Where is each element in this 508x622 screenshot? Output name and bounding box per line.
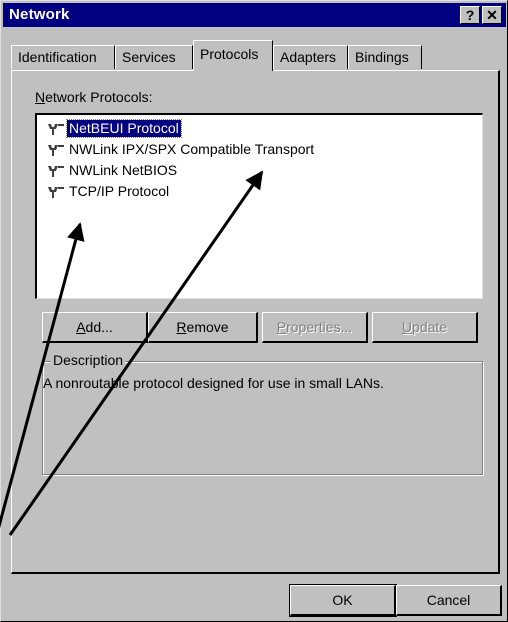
close-button[interactable]: ✕ [482,6,502,24]
button-label: dd... [85,319,113,335]
accelerator-key: P [276,319,287,335]
tab-services[interactable]: Services [115,45,193,69]
list-item-label: NWLink NetBIOS [69,162,178,178]
accelerator-key: U [401,319,413,335]
network-protocol-icon [48,165,64,177]
title-bar[interactable]: Network ? ✕ [3,3,506,27]
description-legend: Description [51,352,126,368]
tab-adapters[interactable]: Adapters [273,45,348,69]
network-protocols-label: Network Protocols: [35,89,153,105]
accelerator-key: N [35,89,46,105]
protocols-listbox[interactable]: NetBEUI Protocol NWLink IPX/SPX Compatib… [35,113,483,299]
button-label: roperties... [286,319,353,335]
help-button[interactable]: ? [460,6,480,24]
network-protocol-icon [48,186,64,198]
accelerator-key: A [76,319,86,335]
list-item-label: NetBEUI Protocol [66,119,182,138]
list-item-label: NWLink IPX/SPX Compatible Transport [69,141,315,157]
button-label: pdate [412,319,448,335]
list-item[interactable]: NetBEUI Protocol [47,119,182,138]
cancel-button[interactable]: Cancel [396,585,502,616]
list-item-label: TCP/IP Protocol [69,183,170,199]
properties-button[interactable]: Properties... [262,312,368,343]
network-protocol-icon [48,123,64,135]
window-title: Network [9,6,70,23]
add-button[interactable]: Add... [42,312,148,343]
ok-button[interactable]: OK [289,584,397,617]
list-item[interactable]: NWLink NetBIOS [47,161,179,180]
list-item[interactable]: NWLink IPX/SPX Compatible Transport [47,140,316,159]
button-label: emove [186,319,229,335]
tab-identification[interactable]: Identification [11,45,115,69]
network-protocol-icon [48,144,64,156]
accelerator-key: R [176,319,187,335]
network-dialog: Network ? ✕ Identification Services Prot… [0,0,508,622]
list-item[interactable]: TCP/IP Protocol [47,182,171,201]
update-button[interactable]: Update [372,312,478,343]
description-text: A nonroutable protocol designed for use … [43,375,384,391]
tab-bindings[interactable]: Bindings [348,45,422,69]
remove-button[interactable]: Remove [148,312,258,343]
label-text: etwork Protocols: [45,89,153,105]
tab-protocols[interactable]: Protocols [193,40,273,71]
